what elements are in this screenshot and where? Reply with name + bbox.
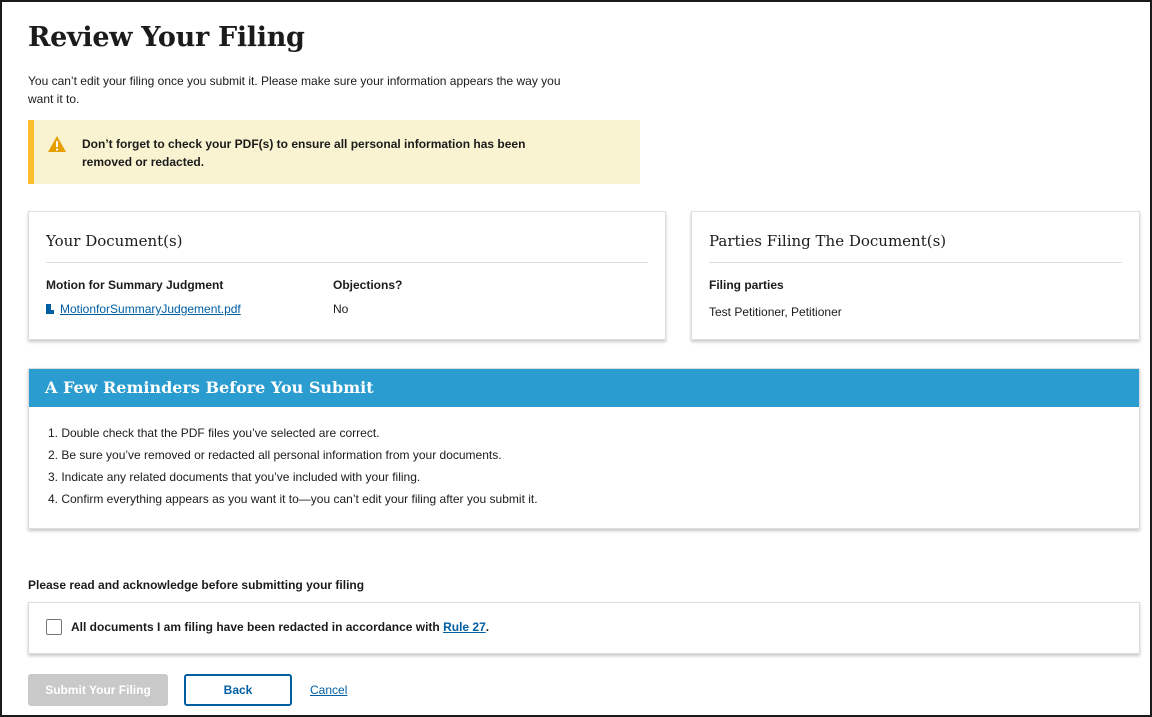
reminders-list: 1. Double check that the PDF files you’v… — [48, 422, 538, 510]
rule-27-link[interactable]: Rule 27 — [443, 620, 486, 634]
redaction-checkbox[interactable] — [46, 619, 62, 635]
filing-parties-value: Test Petitioner, Petitioner — [709, 305, 842, 319]
reminder-item: 2. Be sure you’ve removed or redacted al… — [48, 448, 502, 462]
pdf-file-icon — [46, 304, 54, 314]
objections-value: No — [333, 302, 349, 316]
divider — [709, 262, 1122, 263]
divider — [46, 262, 648, 263]
reminders-card: A Few Reminders Before You Submit 1. Dou… — [28, 368, 1140, 529]
checkbox-label-text: All documents I am filing have been reda… — [71, 620, 444, 634]
acknowledge-card: All documents I am filing have been reda… — [28, 602, 1140, 654]
redaction-checkbox-label[interactable]: All documents I am filing have been reda… — [71, 620, 489, 634]
reminder-item: 4. Confirm everything appears as you wan… — [48, 492, 538, 506]
warning-message: Don’t forget to check your PDF(s) to ens… — [82, 137, 526, 169]
reminders-title: A Few Reminders Before You Submit — [29, 369, 1139, 407]
back-button[interactable]: Back — [184, 674, 292, 706]
label-period: . — [485, 620, 490, 634]
documents-card: Your Document(s) Motion for Summary Judg… — [28, 211, 666, 340]
reminder-item: 1. Double check that the PDF files you’v… — [48, 426, 380, 440]
page-title: Review Your Filing — [28, 22, 305, 53]
submit-filing-button[interactable]: Submit Your Filing — [28, 674, 168, 706]
reminder-item: 3. Indicate any related documents that y… — [48, 470, 421, 484]
objections-label: Objections? — [333, 278, 403, 292]
documents-card-title: Your Document(s) — [46, 232, 183, 250]
cancel-link[interactable]: Cancel — [310, 683, 347, 697]
warning-alert: Don’t forget to check your PDF(s) to ens… — [28, 120, 640, 184]
filing-parties-label: Filing parties — [709, 278, 784, 292]
document-file-name[interactable]: MotionforSummaryJudgement.pdf — [60, 302, 241, 316]
parties-card-title: Parties Filing The Document(s) — [709, 232, 947, 250]
acknowledge-heading: Please read and acknowledge before submi… — [28, 578, 365, 592]
intro-text: You can’t edit your filing once you subm… — [28, 74, 561, 106]
warning-triangle-icon — [48, 136, 66, 152]
document-file-link[interactable]: MotionforSummaryJudgement.pdf — [46, 302, 241, 316]
document-type-label: Motion for Summary Judgment — [46, 278, 224, 292]
parties-card: Parties Filing The Document(s) Filing pa… — [691, 211, 1140, 340]
